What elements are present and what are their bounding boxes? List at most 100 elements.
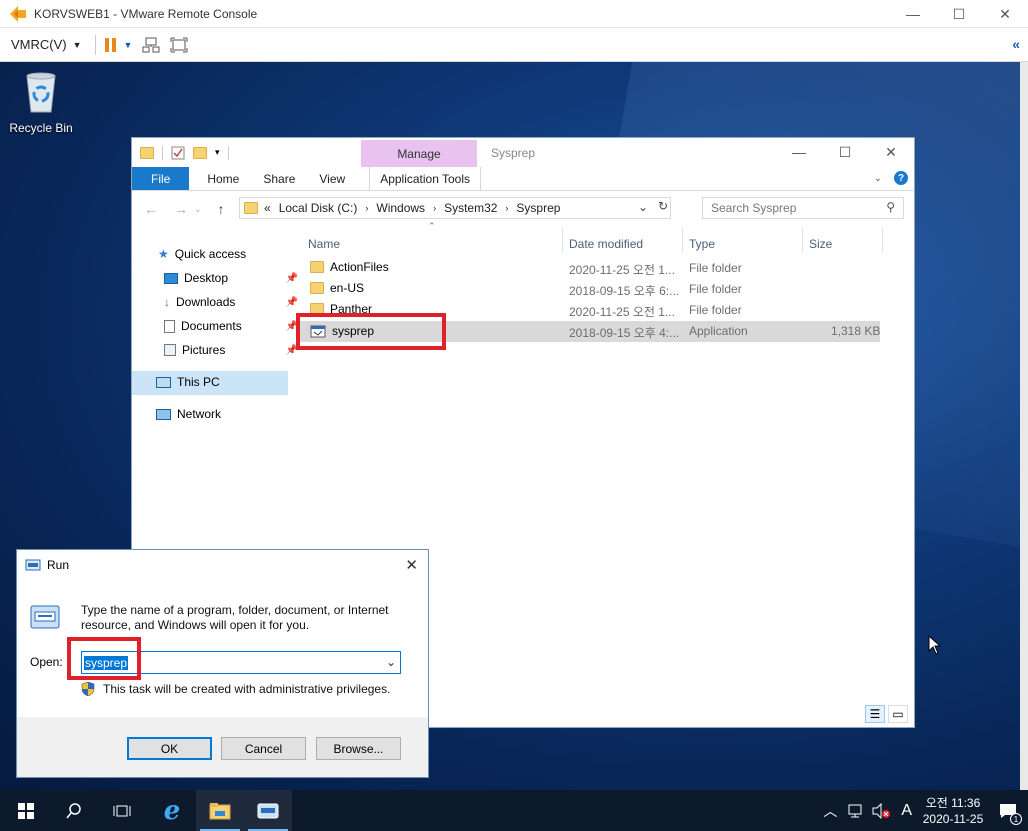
volume-muted-icon[interactable] (871, 802, 891, 819)
tab-view[interactable]: View (307, 167, 357, 190)
qat-divider (227, 145, 229, 160)
start-button[interactable] (2, 790, 50, 831)
star-icon: ★ (158, 247, 169, 261)
expand-ribbon-icon[interactable]: ⌄ (874, 173, 882, 184)
tab-home[interactable]: Home (195, 167, 251, 190)
column-header-size[interactable]: Size (809, 237, 832, 251)
run-close-button[interactable]: ✕ (405, 556, 418, 574)
pause-button[interactable]: ▼ (104, 37, 132, 53)
ribbon-tabs: File Home Share View Application Tools ⌄… (132, 167, 914, 191)
nav-desktop[interactable]: Desktop 📌 (164, 271, 298, 285)
column-divider[interactable] (802, 227, 803, 253)
admin-note-text: This task will be created with administr… (103, 682, 391, 696)
shield-icon (81, 681, 95, 697)
ime-indicator[interactable]: A (901, 802, 912, 820)
run-footer: OK Cancel Browse... (17, 717, 428, 777)
close-button[interactable]: ✕ (982, 0, 1028, 28)
tab-share[interactable]: Share (251, 167, 307, 190)
file-explorer-button[interactable] (196, 790, 244, 831)
run-titlebar: Run ✕ (17, 550, 428, 580)
manage-tab[interactable]: Manage (361, 140, 477, 167)
file-type: File folder (689, 282, 742, 296)
task-view-button[interactable] (98, 790, 146, 831)
recycle-bin-label: Recycle Bin (9, 121, 73, 135)
windows-logo-icon (18, 802, 34, 819)
nav-pictures[interactable]: Pictures 📌 (164, 343, 298, 357)
large-icons-view-icon[interactable]: ▭ (888, 705, 908, 723)
nav-label: Desktop (184, 271, 229, 285)
tab-application-tools[interactable]: Application Tools (369, 167, 482, 190)
refresh-icon[interactable]: ↻ (658, 199, 668, 213)
fullscreen-button[interactable] (170, 37, 188, 53)
cancel-button[interactable]: Cancel (221, 737, 306, 760)
ok-button[interactable]: OK (127, 737, 212, 760)
details-view-icon[interactable]: ☰ (865, 705, 885, 723)
nav-label: Network (177, 407, 222, 421)
explorer-maximize-button[interactable]: ☐ (822, 138, 868, 166)
run-taskbar-button[interactable] (244, 790, 292, 831)
file-date: 2020-11-25 오전 1... (569, 305, 675, 319)
tab-file[interactable]: File (132, 167, 190, 190)
vmrc-menu[interactable]: VMRC(V) ▼ (11, 37, 82, 52)
system-tray: ︿ A 오전 11:36 2020-11-25 1 (823, 790, 1028, 831)
chevron-right-icon[interactable]: › (433, 203, 436, 213)
search-icon[interactable]: ⚲ (886, 200, 895, 214)
maximize-button[interactable]: ☐ (936, 0, 982, 28)
explorer-minimize-button[interactable]: — (776, 138, 822, 166)
column-header-date[interactable]: Date modified (569, 237, 643, 251)
vmrc-title: KORVSWEB1 - VMware Remote Console (34, 6, 258, 21)
nav-quick-access[interactable]: ★ Quick access (158, 247, 246, 261)
breadcrumb-item[interactable]: Local Disk (C:) (279, 201, 358, 215)
up-arrow-icon[interactable]: ↑ (218, 201, 225, 217)
address-bar[interactable]: « Local Disk (C:) › Windows › System32 ›… (239, 197, 671, 219)
browse-button[interactable]: Browse... (316, 737, 401, 760)
minimize-button[interactable]: — (890, 0, 936, 28)
search-placeholder: Search Sysprep (711, 201, 797, 215)
clock[interactable]: 오전 11:36 2020-11-25 (918, 795, 988, 827)
run-icon (257, 803, 279, 818)
collapse-panel-icon[interactable]: « (1012, 36, 1020, 52)
column-divider[interactable] (682, 227, 683, 253)
forward-arrow-icon[interactable]: → (174, 201, 188, 217)
breadcrumb-item[interactable]: Windows (376, 201, 425, 215)
send-ctrl-alt-del-button[interactable] (142, 36, 160, 54)
column-header-name[interactable]: Name (308, 237, 340, 251)
file-row[interactable]: ActionFiles 2020-11-25 오전 1... File fold… (298, 258, 880, 279)
nav-downloads[interactable]: ↓ Downloads 📌 (164, 295, 298, 309)
back-arrow-icon[interactable]: ← (144, 201, 158, 217)
nav-network[interactable]: Network (156, 407, 221, 421)
show-hidden-icons-icon[interactable]: ︿ (823, 801, 837, 821)
network-icon[interactable] (847, 803, 865, 819)
action-center-button[interactable]: 1 (988, 790, 1028, 831)
column-header-type[interactable]: Type (689, 237, 715, 251)
chevron-right-icon[interactable]: › (365, 203, 368, 213)
chevron-down-icon[interactable]: ⌄ (194, 204, 202, 217)
qat-dropdown-icon[interactable]: ▾ (215, 147, 220, 158)
new-folder-icon[interactable] (193, 146, 207, 159)
help-icon[interactable]: ? (894, 171, 908, 185)
nav-this-pc[interactable]: This PC (156, 375, 220, 389)
internet-explorer-button[interactable]: e (148, 790, 196, 831)
nav-documents[interactable]: Documents 📌 (164, 319, 298, 333)
address-dropdown-icon[interactable]: ⌄ (638, 200, 648, 214)
folder-icon (140, 146, 154, 159)
breadcrumb-overflow[interactable]: « (264, 201, 271, 215)
chevron-right-icon[interactable]: › (505, 203, 508, 213)
chevron-down-icon[interactable]: ⌄ (386, 655, 396, 669)
search-box[interactable]: Search Sysprep ⚲ (702, 197, 904, 219)
column-divider[interactable] (562, 227, 563, 253)
breadcrumb-item[interactable]: Sysprep (516, 201, 560, 215)
internet-explorer-icon: e (163, 795, 181, 826)
task-view-icon (113, 805, 131, 816)
search-icon (66, 802, 81, 818)
search-button[interactable] (50, 790, 98, 831)
file-row[interactable]: en-US 2018-09-15 오후 6:... File folder (298, 279, 880, 300)
properties-icon[interactable] (171, 146, 185, 160)
explorer-close-button[interactable]: ✕ (868, 138, 914, 166)
column-divider[interactable] (882, 227, 883, 253)
recycle-bin[interactable]: Recycle Bin (8, 70, 74, 135)
run-large-icon (30, 605, 60, 629)
document-icon (164, 319, 175, 333)
notification-badge: 1 (1010, 813, 1022, 825)
breadcrumb-item[interactable]: System32 (444, 201, 497, 215)
